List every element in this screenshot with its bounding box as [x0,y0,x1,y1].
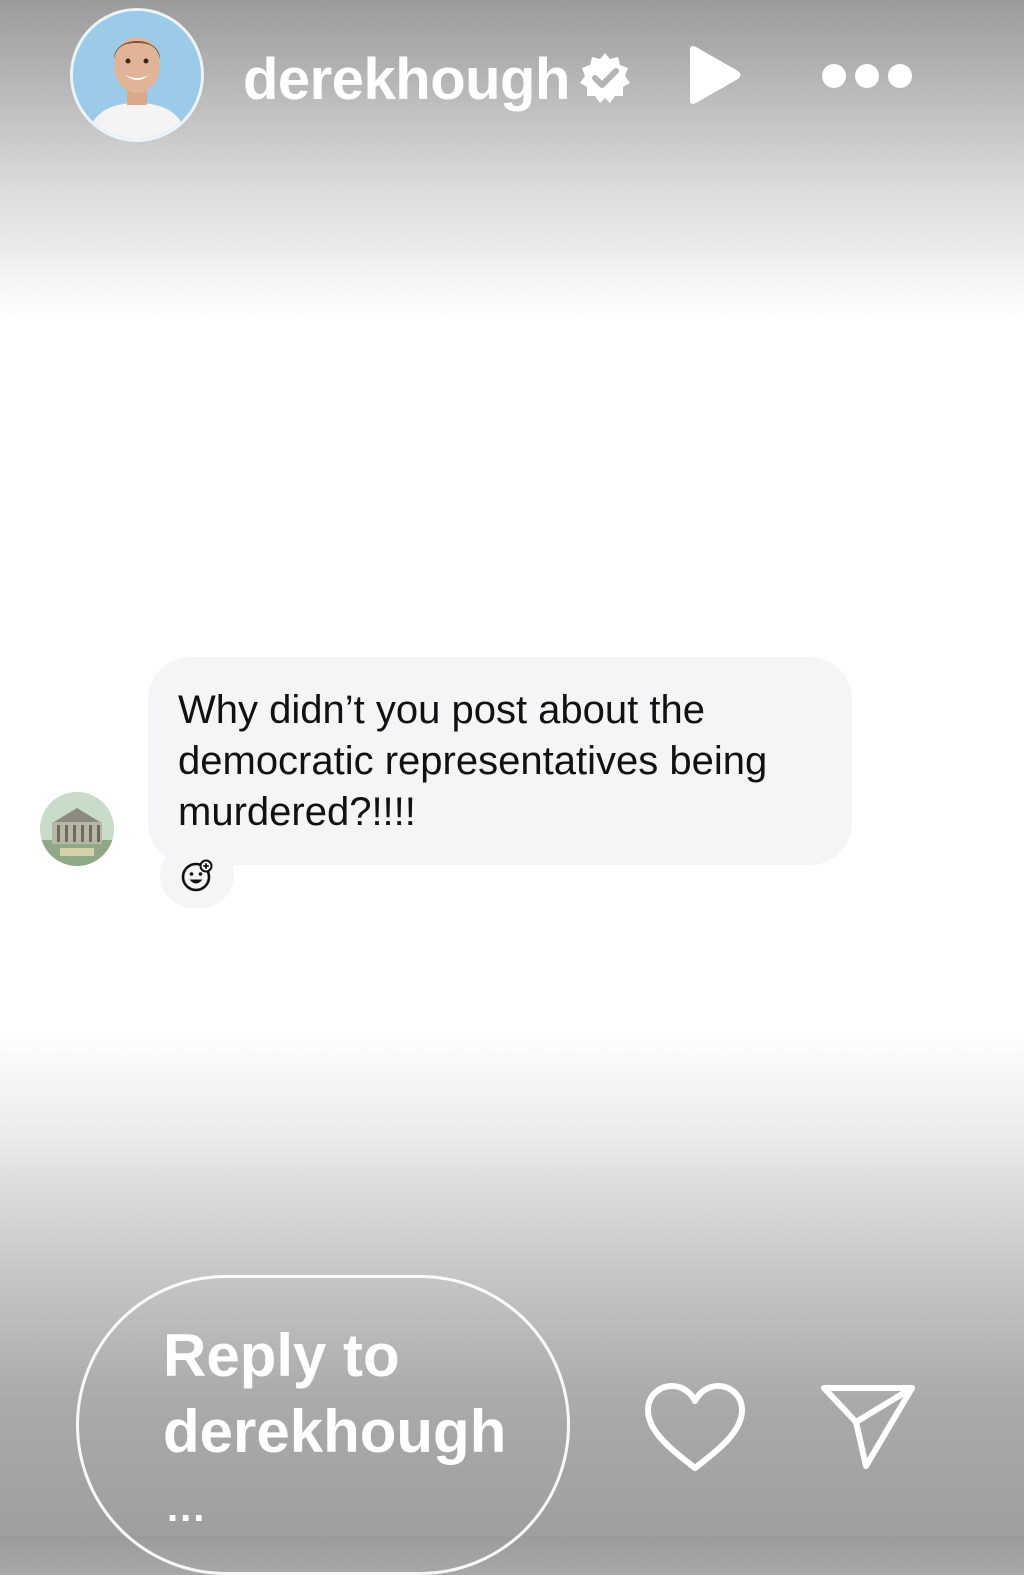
reply-input[interactable]: Reply to derekhough ... [76,1275,570,1575]
add-reaction-button[interactable] [160,842,234,908]
heart-icon[interactable] [642,1380,748,1474]
add-reaction-icon [181,859,213,892]
comment-text: Why didn’t you post about the democratic… [178,688,768,834]
more-options-icon[interactable] [818,58,916,94]
comment-bubble: Why didn’t you post about the democratic… [148,657,852,865]
verified-badge-icon [580,53,630,103]
play-icon[interactable] [680,42,744,108]
building-photo [40,792,114,866]
reply-truncation: ... [167,1486,207,1530]
reply-placeholder: Reply to derekhough [163,1322,507,1465]
send-icon[interactable] [818,1380,918,1472]
commenter-avatar[interactable] [40,792,114,866]
profile-photo [73,11,201,139]
username[interactable]: derekhough [243,42,570,118]
profile-avatar[interactable] [70,8,204,142]
story-header: derekhough [0,0,1024,160]
